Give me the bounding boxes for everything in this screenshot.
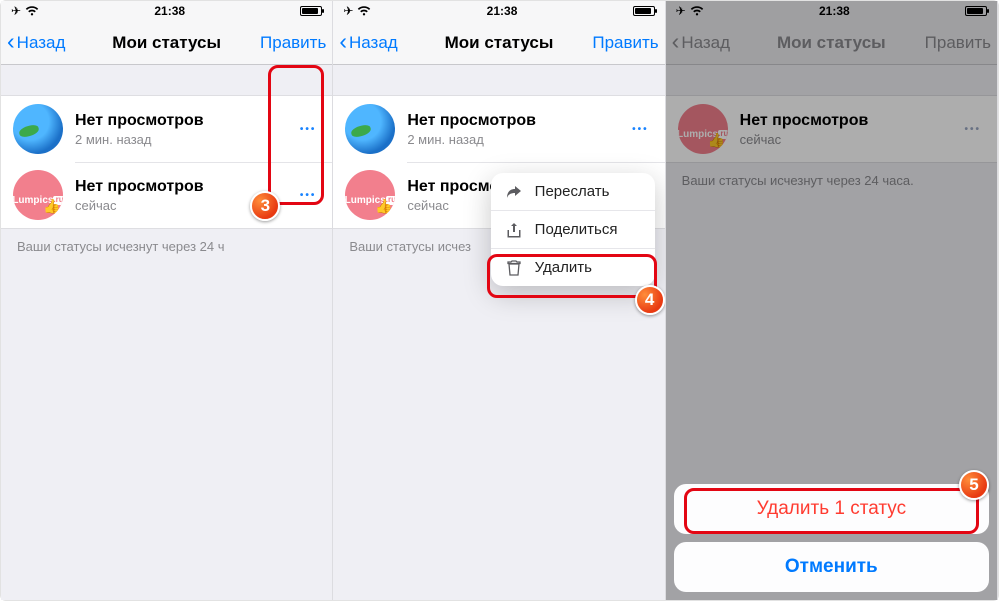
menu-share[interactable]: Поделиться — [491, 210, 655, 248]
status-list: Нет просмотров 2 мин. назад ••• Lumpics … — [1, 95, 332, 229]
phone-panel-1: ✈︎ 21:38 ‹ Назад Мои статусы Править Нет… — [1, 1, 333, 600]
thumb-icon: 👍 — [43, 199, 60, 214]
row-title: Нет просмотров — [407, 112, 616, 130]
menu-share-label: Поделиться — [535, 221, 618, 238]
edit-button[interactable]: Править — [592, 33, 658, 53]
status-bar: ✈︎ 21:38 — [333, 1, 664, 21]
status-bar: ✈︎ 21:38 — [1, 1, 332, 21]
footer-note: Ваши статусы исчезнут через 24 ч — [1, 229, 332, 264]
clock: 21:38 — [487, 4, 518, 18]
chevron-left-icon: ‹ — [7, 30, 15, 53]
menu-forward-label: Переслать — [535, 183, 610, 200]
avatar-lumpics: Lumpics .ru 👍 — [345, 170, 395, 220]
more-button[interactable]: ••• — [296, 184, 321, 207]
clock: 21:38 — [154, 4, 185, 18]
back-label: Назад — [17, 33, 66, 53]
more-button[interactable]: ••• — [628, 118, 653, 141]
content: Нет просмотров 2 мин. назад ••• Lumpics … — [333, 65, 664, 600]
chevron-left-icon: ‹ — [339, 30, 347, 53]
more-button[interactable]: ••• — [296, 118, 321, 141]
row-subtitle: 2 мин. назад — [407, 132, 616, 147]
nav-bar: ‹ Назад Мои статусы Править — [333, 21, 664, 65]
avatar-globe — [13, 104, 63, 154]
avatar-globe — [345, 104, 395, 154]
menu-delete-label: Удалить — [535, 259, 592, 276]
row-subtitle: 2 мин. назад — [75, 132, 284, 147]
back-button[interactable]: ‹ Назад — [339, 30, 397, 56]
wifi-icon — [357, 6, 371, 16]
context-menu: Переслать Поделиться Удалить — [491, 173, 655, 286]
thumb-icon: 👍 — [375, 199, 392, 214]
trash-icon — [505, 260, 523, 276]
page-title: Мои статусы — [112, 33, 221, 53]
status-row[interactable]: Нет просмотров 2 мин. назад ••• — [333, 96, 664, 162]
battery-icon — [633, 6, 655, 16]
airplane-icon: ✈︎ — [11, 4, 21, 18]
row-title: Нет просмотров — [75, 112, 284, 130]
page-title: Мои статусы — [445, 33, 554, 53]
content: Нет просмотров 2 мин. назад ••• Lumpics … — [1, 65, 332, 600]
share-icon — [505, 222, 523, 238]
step-badge-5: 5 — [959, 470, 989, 500]
nav-bar: ‹ Назад Мои статусы Править — [1, 21, 332, 65]
forward-icon — [505, 185, 523, 199]
action-sheet: Удалить 1 статус Отменить — [674, 484, 989, 592]
battery-icon — [300, 6, 322, 16]
phone-panel-2: ✈︎ 21:38 ‹ Назад Мои статусы Править Нет… — [333, 1, 665, 600]
row-title: Нет просмотров — [75, 178, 284, 196]
back-button[interactable]: ‹ Назад — [7, 30, 65, 56]
back-label: Назад — [349, 33, 398, 53]
avatar-lumpics: Lumpics .ru 👍 — [13, 170, 63, 220]
phone-panel-3: ✈︎ 21:38 ‹ Назад Мои статусы Править Lum… — [666, 1, 998, 600]
status-row[interactable]: Lumpics .ru 👍 Нет просмотров сейчас ••• — [1, 162, 332, 228]
cancel-button[interactable]: Отменить — [674, 542, 989, 592]
status-row[interactable]: Нет просмотров 2 мин. назад ••• — [1, 96, 332, 162]
menu-forward[interactable]: Переслать — [491, 173, 655, 210]
edit-button[interactable]: Править — [260, 33, 326, 53]
wifi-icon — [25, 6, 39, 16]
step-badge-4: 4 — [635, 285, 665, 315]
menu-delete[interactable]: Удалить — [491, 248, 655, 286]
delete-one-status-button[interactable]: Удалить 1 статус — [674, 484, 989, 534]
airplane-icon: ✈︎ — [343, 4, 353, 18]
